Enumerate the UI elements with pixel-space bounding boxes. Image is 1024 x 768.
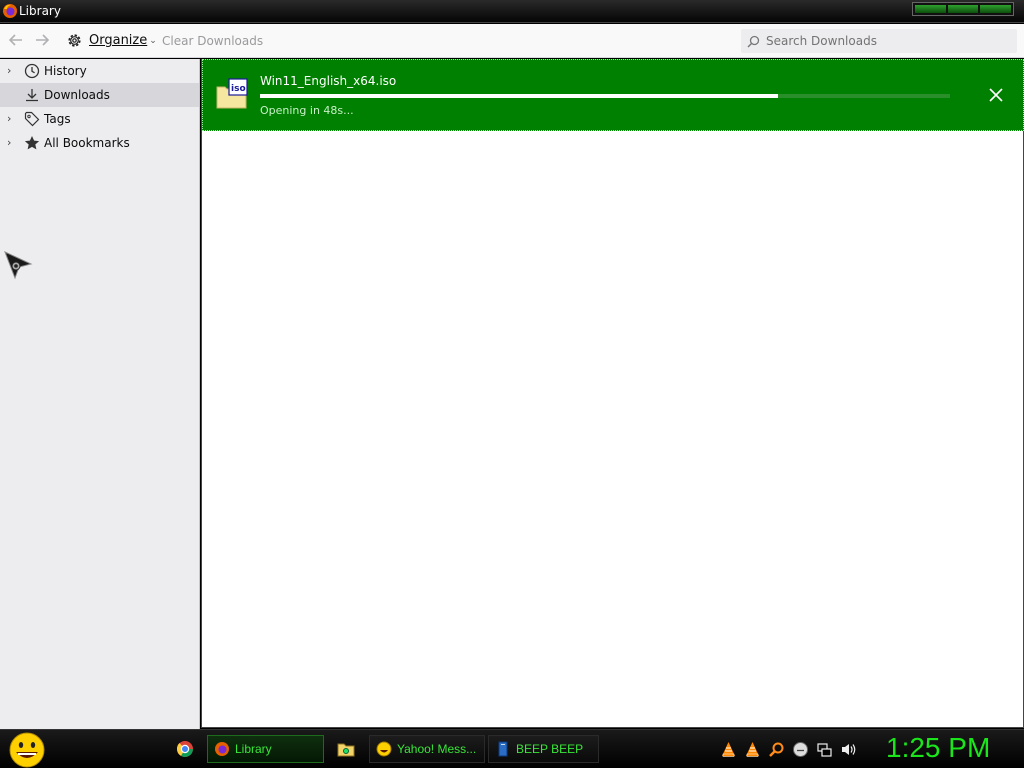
star-icon (24, 136, 40, 150)
download-filename: Win11_English_x64.iso (260, 74, 397, 88)
organize-menu-button[interactable]: Organize ⌄ (66, 32, 157, 49)
maximize-button[interactable] (947, 5, 979, 13)
task-yahoo-messenger[interactable]: Yahoo! Mess... (369, 735, 485, 763)
clock-icon (24, 63, 40, 79)
sidebar-item-all-bookmarks[interactable]: › All Bookmarks (0, 131, 199, 155)
mouse-cursor-icon (4, 251, 33, 280)
firefox-icon (3, 4, 17, 18)
sidebar-item-label: History (44, 64, 87, 78)
forward-arrow-icon (36, 34, 50, 46)
search-icon (747, 35, 760, 47)
taskbar: Library Yahoo! Mess... BEEP BEEP 1:25 PM (0, 729, 1024, 768)
magnifier-icon[interactable] (768, 741, 785, 758)
chevron-down-icon: ⌄ (149, 35, 157, 46)
forward-button[interactable] (32, 31, 52, 51)
vlc-icon[interactable] (720, 741, 737, 758)
downloads-list: iso Win11_English_x64.iso Opening in 48s… (201, 59, 1024, 728)
download-status: Opening in 48s... (260, 104, 354, 117)
download-icon (26, 89, 38, 102)
task-label: Yahoo! Mess... (397, 742, 477, 756)
close-icon (989, 88, 1003, 102)
search-box[interactable] (741, 29, 1017, 53)
task-label: Library (235, 742, 272, 756)
vlc-icon[interactable] (744, 741, 761, 758)
network-icon[interactable] (816, 741, 833, 758)
sidebar-item-label: Tags (44, 112, 71, 126)
window-title: Library (19, 4, 61, 18)
search-input[interactable] (766, 34, 1006, 48)
sidebar-item-downloads[interactable]: Downloads (0, 83, 199, 107)
volume-icon[interactable] (840, 741, 857, 758)
iso-file-icon: iso (216, 78, 248, 109)
firefox-icon (215, 742, 229, 756)
window-controls (912, 2, 1014, 16)
download-progress-bar (260, 94, 950, 98)
expand-chevron-icon[interactable]: › (7, 113, 19, 125)
download-item[interactable]: iso Win11_English_x64.iso Opening in 48s… (202, 59, 1024, 131)
gear-icon (68, 34, 81, 47)
back-arrow-icon (8, 34, 22, 46)
close-window-button[interactable] (980, 5, 1012, 13)
organize-label: Organize (89, 33, 148, 48)
title-bar[interactable]: Library (0, 0, 1024, 23)
screen: Library Organize ⌄ Clear Downloads Searc… (0, 0, 1024, 768)
download-progress-fill (260, 94, 778, 98)
task-label: BEEP BEEP (516, 742, 584, 756)
sidebar-item-label: All Bookmarks (44, 136, 130, 150)
sidebar: › History Downloads › Tags › All Bookmar… (0, 59, 200, 729)
back-button[interactable] (6, 31, 26, 51)
tag-icon (24, 111, 40, 127)
expand-chevron-icon[interactable]: › (7, 65, 19, 77)
document-icon (498, 741, 508, 757)
iso-badge-label: iso (231, 84, 246, 94)
taskbar-clock[interactable]: 1:25 PM (886, 732, 990, 764)
clear-downloads-button[interactable]: Clear Downloads (162, 34, 263, 48)
task-beep-beep[interactable]: BEEP BEEP (488, 735, 599, 763)
minimize-button[interactable] (915, 5, 946, 13)
expand-chevron-icon[interactable]: › (7, 137, 19, 149)
yahoo-smiley-icon (376, 741, 392, 757)
toolbar: Organize ⌄ Clear Downloads (0, 24, 1024, 58)
task-library[interactable]: Library (207, 735, 324, 763)
status-smiley-icon[interactable] (792, 741, 809, 758)
sidebar-item-label: Downloads (44, 88, 110, 102)
start-button-smiley-icon[interactable] (7, 731, 47, 768)
chrome-icon[interactable] (176, 740, 194, 758)
folder-icon[interactable] (337, 740, 355, 758)
sidebar-item-history[interactable]: › History (0, 59, 199, 83)
cancel-download-button[interactable] (985, 84, 1007, 106)
sidebar-item-tags[interactable]: › Tags (0, 107, 199, 131)
